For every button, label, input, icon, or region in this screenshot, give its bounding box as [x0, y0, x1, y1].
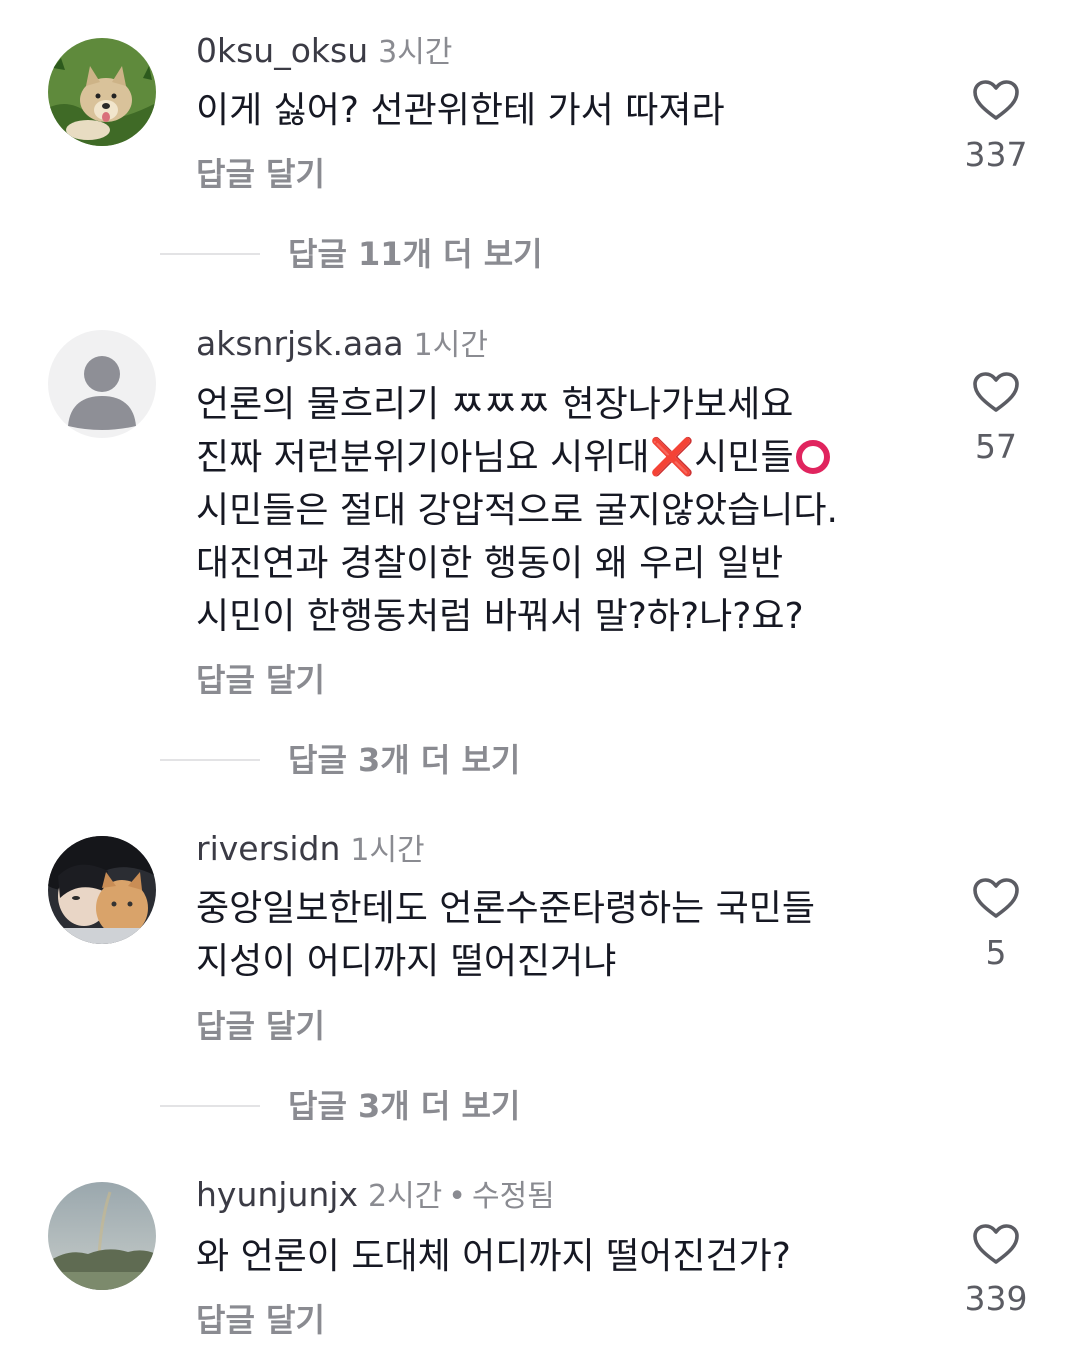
comment-line: 시민이 한행동처럼 바꿔서 말?하?나?요? — [196, 596, 804, 637]
username[interactable]: 0ksu_oksu — [196, 31, 368, 70]
comment-text: 언론의 물흐리기 ㅉㅉㅉ 현장나가보세요 진짜 저런분위기아님요 시위대❌시민들… — [196, 378, 916, 643]
comment-line: 언론의 물흐리기 ㅉㅉㅉ 현장나가보세요 — [196, 384, 794, 425]
view-more-replies-label: 답글 11개 더 보기 — [288, 235, 543, 273]
username[interactable]: hyunjunjx — [196, 1175, 358, 1214]
cross-mark-icon: ❌ — [649, 437, 695, 478]
landscape-photo-icon — [48, 1182, 156, 1290]
reply-button[interactable]: 답글 달기 — [196, 1304, 325, 1336]
like-count: 339 — [964, 1279, 1028, 1318]
comment-header: riversidn 1시간 — [196, 832, 425, 866]
like-button[interactable]: 5 — [956, 876, 1036, 969]
divider — [160, 759, 260, 761]
comment-text: 와 언론이 도대체 어디까지 떨어진건가? — [196, 1236, 791, 1277]
like-count: 5 — [985, 933, 1007, 972]
like-button[interactable]: 57 — [956, 370, 1036, 463]
comment-line-part: 진짜 저런분위기아님요 시위대 — [196, 437, 650, 478]
timestamp: 1시간 — [413, 328, 488, 363]
person-with-cat-photo-icon — [48, 836, 156, 944]
comment-line: 진짜 저런분위기아님요 시위대❌시민들 — [196, 431, 916, 484]
heart-icon — [973, 372, 1019, 412]
avatar[interactable] — [48, 38, 156, 146]
comment-line: 시민들은 절대 강압적으로 굴지않았습니다. — [196, 490, 838, 531]
edited-label: 수정됨 — [471, 1179, 555, 1214]
separator-dot: • — [448, 1179, 466, 1214]
view-more-replies[interactable]: 답글 3개 더 보기 — [160, 1090, 520, 1122]
comment-header: hyunjunjx 2시간 • 수정됨 — [196, 1178, 555, 1212]
avatar[interactable] — [48, 1182, 156, 1290]
divider — [160, 1105, 260, 1107]
timestamp: 3시간 — [378, 35, 453, 70]
like-count: 337 — [964, 135, 1028, 174]
avatar[interactable] — [48, 836, 156, 944]
comment-line-part: 시민들 — [694, 437, 794, 478]
timestamp: 1시간 — [350, 833, 425, 868]
comment-text: 이게 싫어? 선관위한테 가서 따져라 — [196, 90, 725, 131]
heart-icon — [973, 1224, 1019, 1264]
like-count: 57 — [975, 427, 1017, 466]
heart-icon — [973, 80, 1019, 120]
like-button[interactable]: 337 — [956, 78, 1036, 171]
reply-button[interactable]: 답글 달기 — [196, 1010, 325, 1042]
comment-text: 중앙일보한테도 언론수준타령하는 국민들 지성이 어디까지 떨어진거냐 — [196, 888, 816, 982]
comment-line: 대진연과 경찰이한 행동이 왜 우리 일반 — [196, 543, 784, 584]
default-user-icon — [48, 330, 156, 438]
dog-photo-icon — [48, 38, 156, 146]
username[interactable]: riversidn — [196, 829, 340, 868]
heart-icon — [973, 878, 1019, 918]
comment-header: aksnrjsk.aaa 1시간 — [196, 327, 488, 361]
view-more-replies-label: 답글 3개 더 보기 — [288, 1087, 521, 1125]
username[interactable]: aksnrjsk.aaa — [196, 324, 404, 363]
reply-button[interactable]: 답글 달기 — [196, 158, 325, 190]
avatar[interactable] — [48, 330, 156, 438]
view-more-replies[interactable]: 답글 3개 더 보기 — [160, 744, 520, 776]
circle-mark-icon — [795, 440, 830, 474]
divider — [160, 253, 260, 255]
view-more-replies-label: 답글 3개 더 보기 — [288, 741, 521, 779]
view-more-replies[interactable]: 답글 11개 더 보기 — [160, 238, 543, 270]
comment-header: 0ksu_oksu 3시간 — [196, 34, 452, 68]
timestamp: 2시간 — [367, 1179, 443, 1214]
like-button[interactable]: 339 — [956, 1222, 1036, 1315]
reply-button[interactable]: 답글 달기 — [196, 664, 325, 696]
